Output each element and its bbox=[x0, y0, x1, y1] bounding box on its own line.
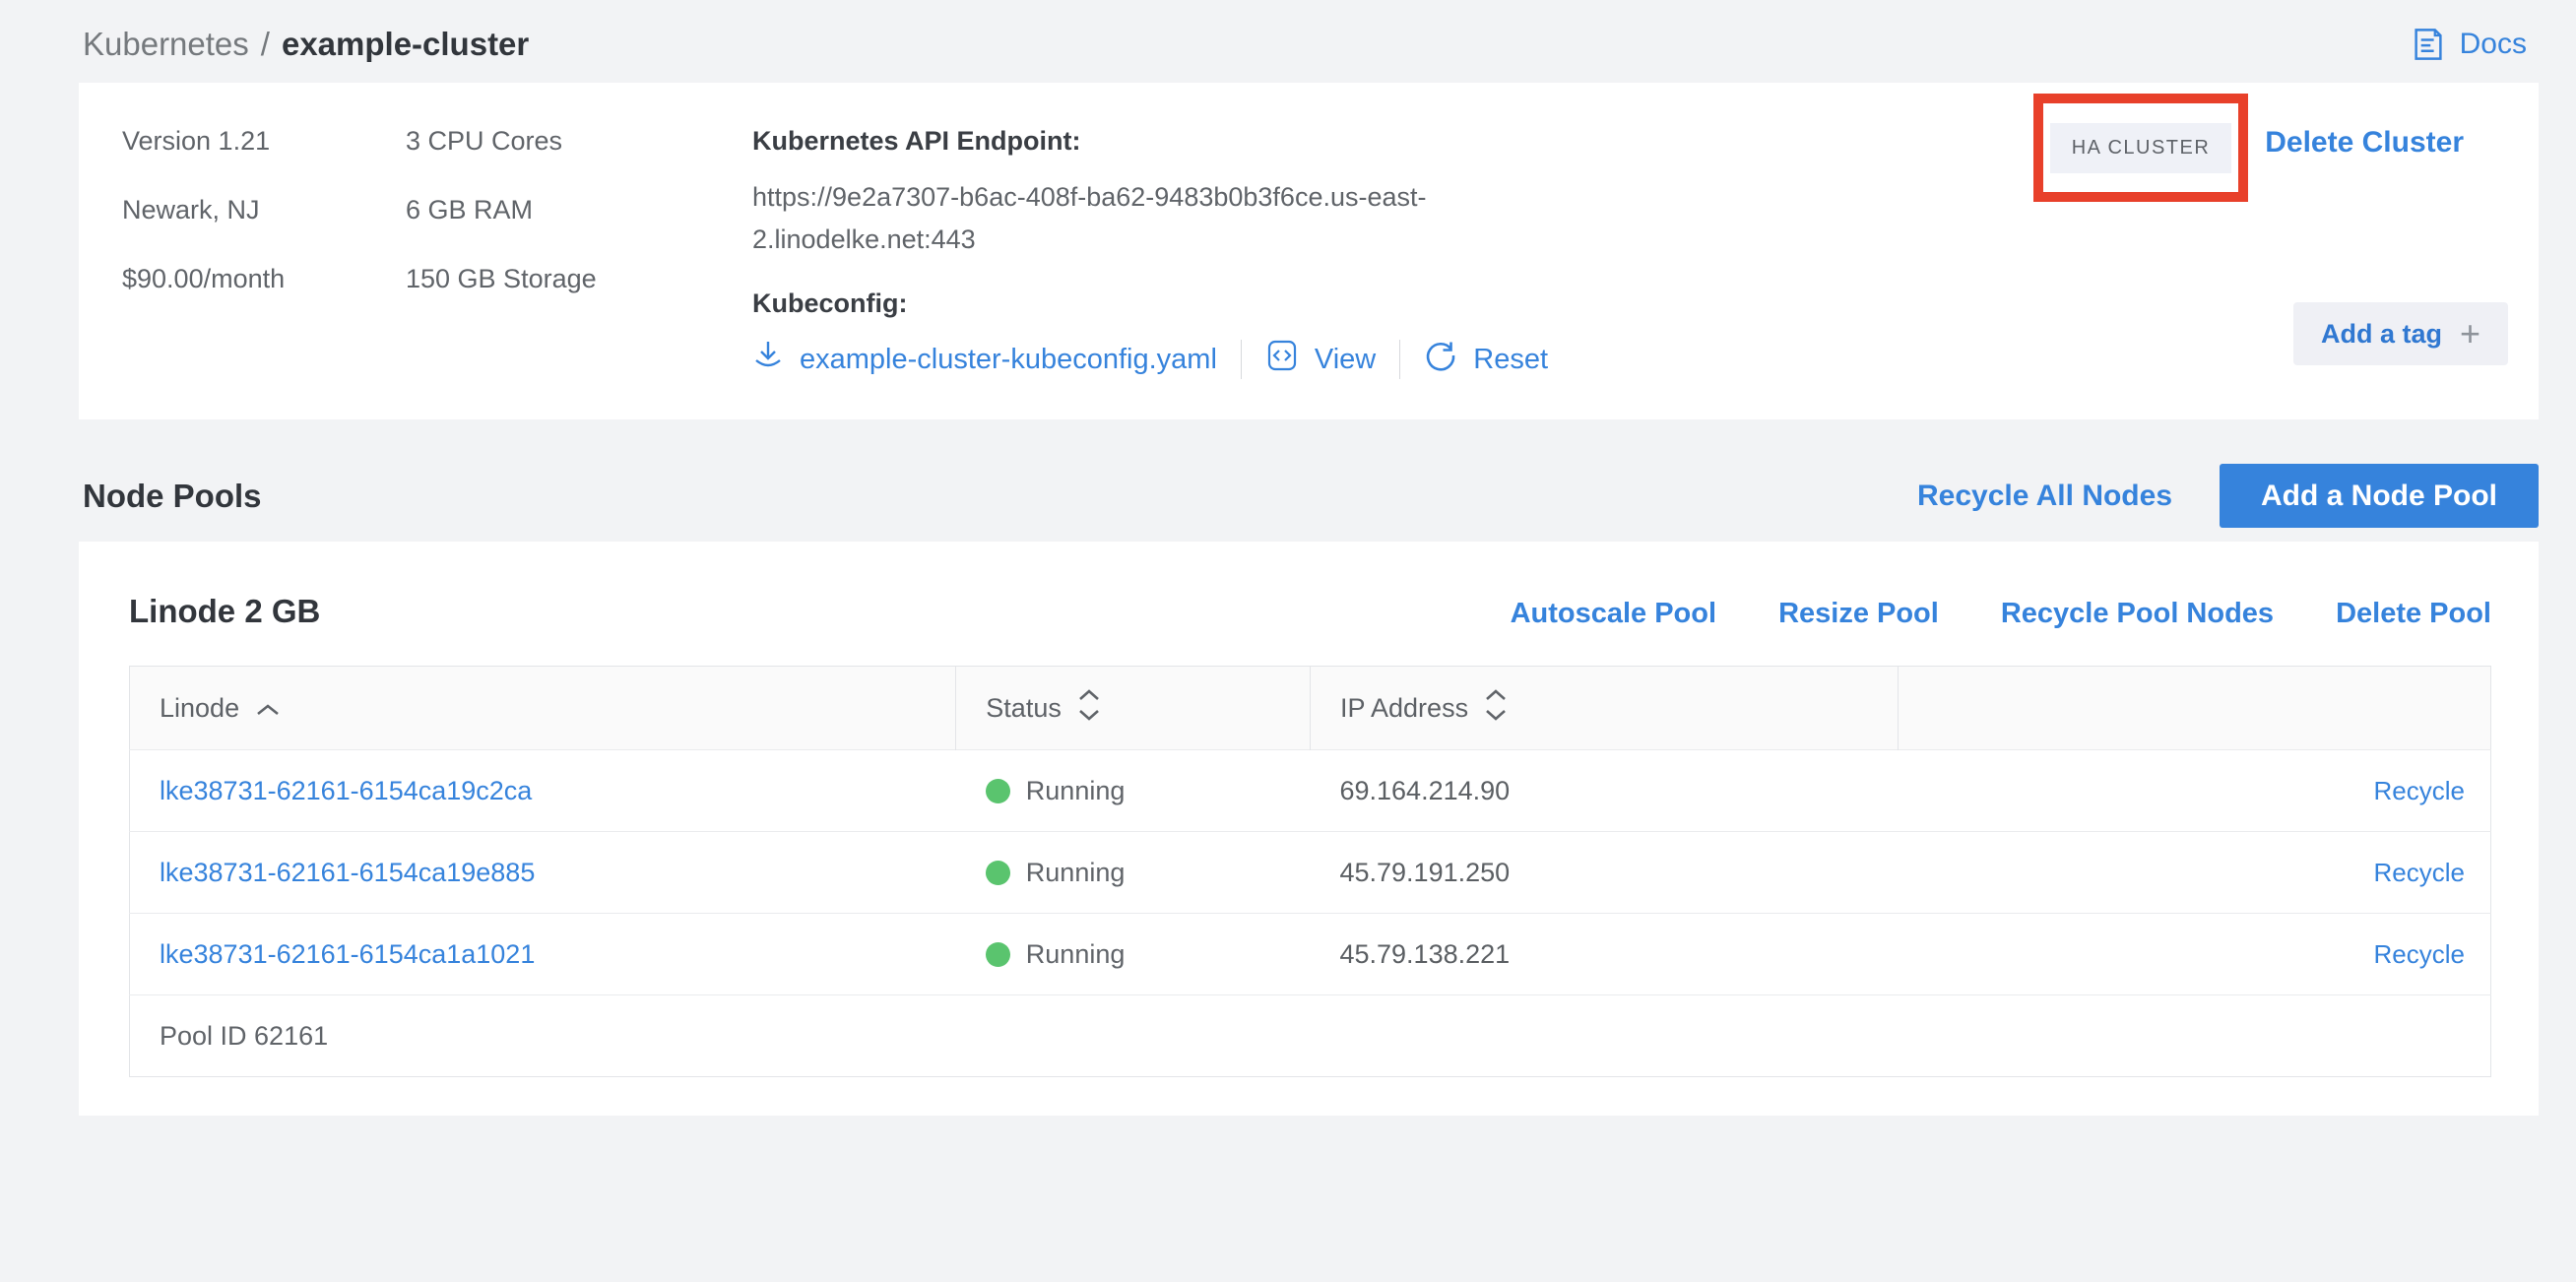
status-label: Running bbox=[1026, 776, 1126, 806]
node-row: lke38731-62161-6154ca19e885 Running 45.7… bbox=[130, 832, 2491, 914]
node-link[interactable]: lke38731-62161-6154ca19e885 bbox=[160, 858, 535, 887]
cluster-summary-card: Version 1.21 Newark, NJ $90.00/month 3 C… bbox=[79, 83, 2539, 419]
status-label: Running bbox=[1026, 858, 1126, 888]
reset-label: Reset bbox=[1473, 344, 1548, 376]
cluster-ram: 6 GB RAM bbox=[406, 195, 752, 225]
pool-id-label: Pool ID 62161 bbox=[130, 995, 2491, 1077]
docs-link[interactable]: Docs bbox=[2411, 27, 2527, 62]
ha-cluster-badge: HA CLUSTER bbox=[2050, 123, 2232, 173]
cluster-spec-column-1: Version 1.21 Newark, NJ $90.00/month bbox=[122, 126, 406, 380]
status-label: Running bbox=[1026, 939, 1126, 970]
autoscale-pool-link[interactable]: Autoscale Pool bbox=[1511, 598, 1717, 630]
plus-icon: + bbox=[2460, 316, 2480, 352]
docs-label: Docs bbox=[2460, 28, 2527, 61]
breadcrumb-kubernetes-link[interactable]: Kubernetes bbox=[83, 26, 249, 63]
column-header-ip-address[interactable]: IP Address bbox=[1310, 667, 1898, 750]
column-header-status[interactable]: Status bbox=[956, 667, 1311, 750]
cluster-storage: 150 GB Storage bbox=[406, 264, 752, 294]
cluster-cpu: 3 CPU Cores bbox=[406, 126, 752, 157]
sort-both-icon bbox=[1484, 687, 1508, 730]
ip-header-label: IP Address bbox=[1340, 693, 1468, 724]
add-tag-button[interactable]: Add a tag + bbox=[2293, 302, 2508, 365]
pool-actions: Autoscale Pool Resize Pool Recycle Pool … bbox=[1511, 598, 2491, 630]
download-icon bbox=[752, 339, 784, 380]
status-running-dot bbox=[986, 779, 1010, 803]
breadcrumb-separator: / bbox=[261, 26, 270, 63]
api-endpoint-url: https://9e2a7307-b6ac-408f-ba62-9483b0b3… bbox=[752, 176, 1486, 261]
kubeconfig-filename: example-cluster-kubeconfig.yaml bbox=[800, 344, 1217, 376]
status-running-dot bbox=[986, 942, 1010, 967]
kubeconfig-view-link[interactable]: View bbox=[1265, 339, 1376, 380]
recycle-node-link[interactable]: Recycle bbox=[2374, 776, 2465, 805]
node-row: lke38731-62161-6154ca19c2ca Running 69.1… bbox=[130, 750, 2491, 832]
table-header-row: Linode Status bbox=[130, 667, 2491, 750]
linode-header-label: Linode bbox=[160, 693, 239, 724]
docs-icon bbox=[2411, 27, 2446, 62]
code-icon bbox=[1265, 339, 1299, 380]
pool-header: Linode 2 GB Autoscale Pool Resize Pool R… bbox=[129, 593, 2491, 630]
node-link[interactable]: lke38731-62161-6154ca19c2ca bbox=[160, 776, 532, 805]
view-label: View bbox=[1315, 344, 1376, 376]
delete-cluster-link[interactable]: Delete Cluster bbox=[2265, 126, 2464, 160]
cluster-price: $90.00/month bbox=[122, 264, 406, 294]
recycle-node-link[interactable]: Recycle bbox=[2374, 939, 2465, 969]
node-pool-card: Linode 2 GB Autoscale Pool Resize Pool R… bbox=[79, 542, 2539, 1116]
node-pools-actions: Recycle All Nodes Add a Node Pool bbox=[1917, 464, 2539, 528]
node-row: lke38731-62161-6154ca1a1021 Running 45.7… bbox=[130, 914, 2491, 995]
node-pools-heading: Node Pools bbox=[83, 478, 262, 515]
divider bbox=[1399, 340, 1400, 379]
node-ip: 45.79.138.221 bbox=[1310, 914, 1898, 995]
annotation-highlight-box: HA CLUSTER bbox=[2033, 94, 2248, 202]
divider bbox=[1241, 340, 1242, 379]
resize-pool-link[interactable]: Resize Pool bbox=[1778, 598, 1939, 630]
status-running-dot bbox=[986, 861, 1010, 885]
node-pools-section-header: Node Pools Recycle All Nodes Add a Node … bbox=[79, 464, 2539, 528]
kubeconfig-row: example-cluster-kubeconfig.yaml View bbox=[752, 339, 1599, 380]
sort-ascending-icon bbox=[255, 693, 281, 724]
breadcrumb: Kubernetes / example-cluster bbox=[83, 26, 529, 63]
cluster-version: Version 1.21 bbox=[122, 126, 406, 157]
column-header-actions bbox=[1899, 667, 2491, 750]
status-header-label: Status bbox=[986, 693, 1062, 724]
add-tag-label: Add a tag bbox=[2321, 319, 2442, 350]
cluster-spec-column-2: 3 CPU Cores 6 GB RAM 150 GB Storage bbox=[406, 126, 752, 380]
node-ip: 45.79.191.250 bbox=[1310, 832, 1898, 914]
nodes-table: Linode Status bbox=[129, 666, 2491, 1077]
kubeconfig-download-link[interactable]: example-cluster-kubeconfig.yaml bbox=[752, 339, 1217, 380]
recycle-node-link[interactable]: Recycle bbox=[2374, 858, 2465, 887]
pool-name: Linode 2 GB bbox=[129, 593, 320, 630]
kubeconfig-reset-link[interactable]: Reset bbox=[1424, 339, 1548, 380]
delete-pool-link[interactable]: Delete Pool bbox=[2336, 598, 2491, 630]
kubeconfig-label: Kubeconfig: bbox=[752, 288, 1599, 319]
node-ip: 69.164.214.90 bbox=[1310, 750, 1898, 832]
node-link[interactable]: lke38731-62161-6154ca1a1021 bbox=[160, 939, 535, 969]
add-node-pool-button[interactable]: Add a Node Pool bbox=[2220, 464, 2539, 528]
recycle-pool-nodes-link[interactable]: Recycle Pool Nodes bbox=[2001, 598, 2274, 630]
sort-both-icon bbox=[1077, 687, 1101, 730]
top-bar: Kubernetes / example-cluster Docs bbox=[0, 0, 2576, 83]
api-endpoint-label: Kubernetes API Endpoint: bbox=[752, 126, 1599, 157]
pool-id-row: Pool ID 62161 bbox=[130, 995, 2491, 1077]
cluster-region: Newark, NJ bbox=[122, 195, 406, 225]
page-title-cluster-name: example-cluster bbox=[282, 26, 529, 63]
endpoint-column: Kubernetes API Endpoint: https://9e2a730… bbox=[752, 126, 1599, 380]
recycle-all-nodes-link[interactable]: Recycle All Nodes bbox=[1917, 480, 2172, 513]
reset-icon bbox=[1424, 339, 1457, 380]
column-header-linode[interactable]: Linode bbox=[130, 667, 956, 750]
